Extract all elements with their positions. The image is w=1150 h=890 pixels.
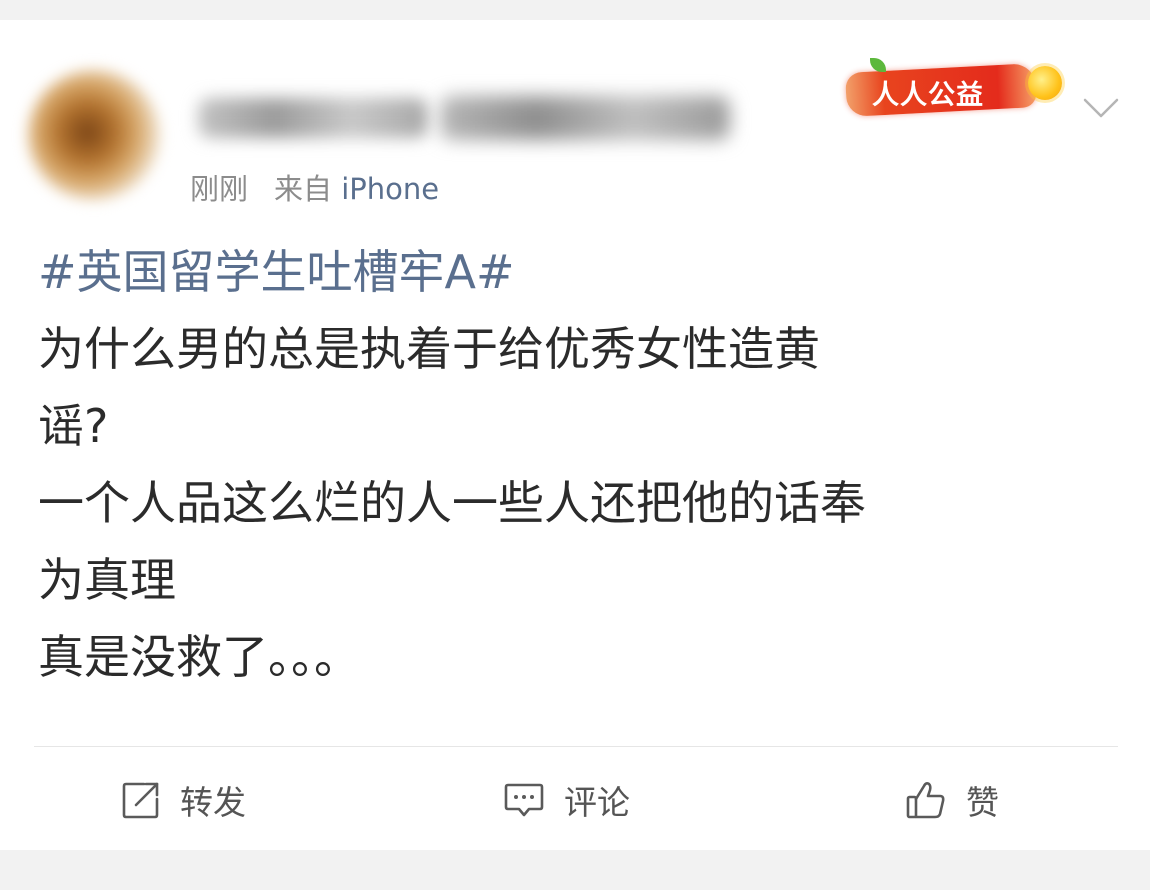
username-blur-right bbox=[440, 96, 730, 140]
charity-badge[interactable]: 人人公益 bbox=[842, 58, 1064, 118]
share-icon bbox=[122, 782, 159, 819]
sun-icon bbox=[1028, 66, 1062, 100]
repost-button[interactable]: 转发 bbox=[120, 778, 246, 822]
hashtag-link[interactable]: #英国留学生吐槽牢A# bbox=[38, 234, 1118, 311]
post-time: 刚刚 bbox=[190, 172, 249, 206]
weibo-post-card: 刚刚 来自 iPhone 人人公益 #英国留学生吐槽牢A# 为什么男的总是执着于给… bbox=[0, 20, 1150, 850]
post-meta: 刚刚 来自 iPhone bbox=[190, 166, 439, 208]
repost-label: 转发 bbox=[180, 783, 246, 822]
post-text-line: 真是没救了。。。 bbox=[38, 630, 360, 684]
avatar[interactable] bbox=[28, 70, 160, 200]
post-text-line: 为什么男的总是执着于给优秀女性造黄 bbox=[38, 322, 820, 376]
comment-button[interactable]: 评论 bbox=[502, 778, 630, 822]
divider bbox=[34, 746, 1118, 747]
username-redacted[interactable] bbox=[190, 90, 750, 156]
post-text-line: 为真理 bbox=[38, 553, 176, 607]
like-label: 赞 bbox=[966, 783, 999, 822]
leaf-icon bbox=[870, 58, 886, 72]
chevron-down-icon[interactable] bbox=[1082, 94, 1120, 122]
source-prefix: 来自 bbox=[274, 172, 333, 206]
thumbs-up-icon bbox=[906, 782, 945, 819]
comment-label: 评论 bbox=[564, 783, 630, 822]
like-button[interactable]: 赞 bbox=[904, 778, 999, 822]
username-blur-left bbox=[198, 98, 428, 138]
comment-icon bbox=[504, 783, 544, 817]
post-body: #英国留学生吐槽牢A# 为什么男的总是执着于给优秀女性造黄 谣? 一个人品这么烂… bbox=[38, 234, 1118, 696]
post-text-line: 一个人品这么烂的人一些人还把他的话奉 bbox=[38, 476, 866, 530]
badge-label: 人人公益 bbox=[872, 80, 984, 111]
source-device-link[interactable]: iPhone bbox=[341, 172, 439, 206]
post-text-line: 谣? bbox=[38, 399, 109, 453]
